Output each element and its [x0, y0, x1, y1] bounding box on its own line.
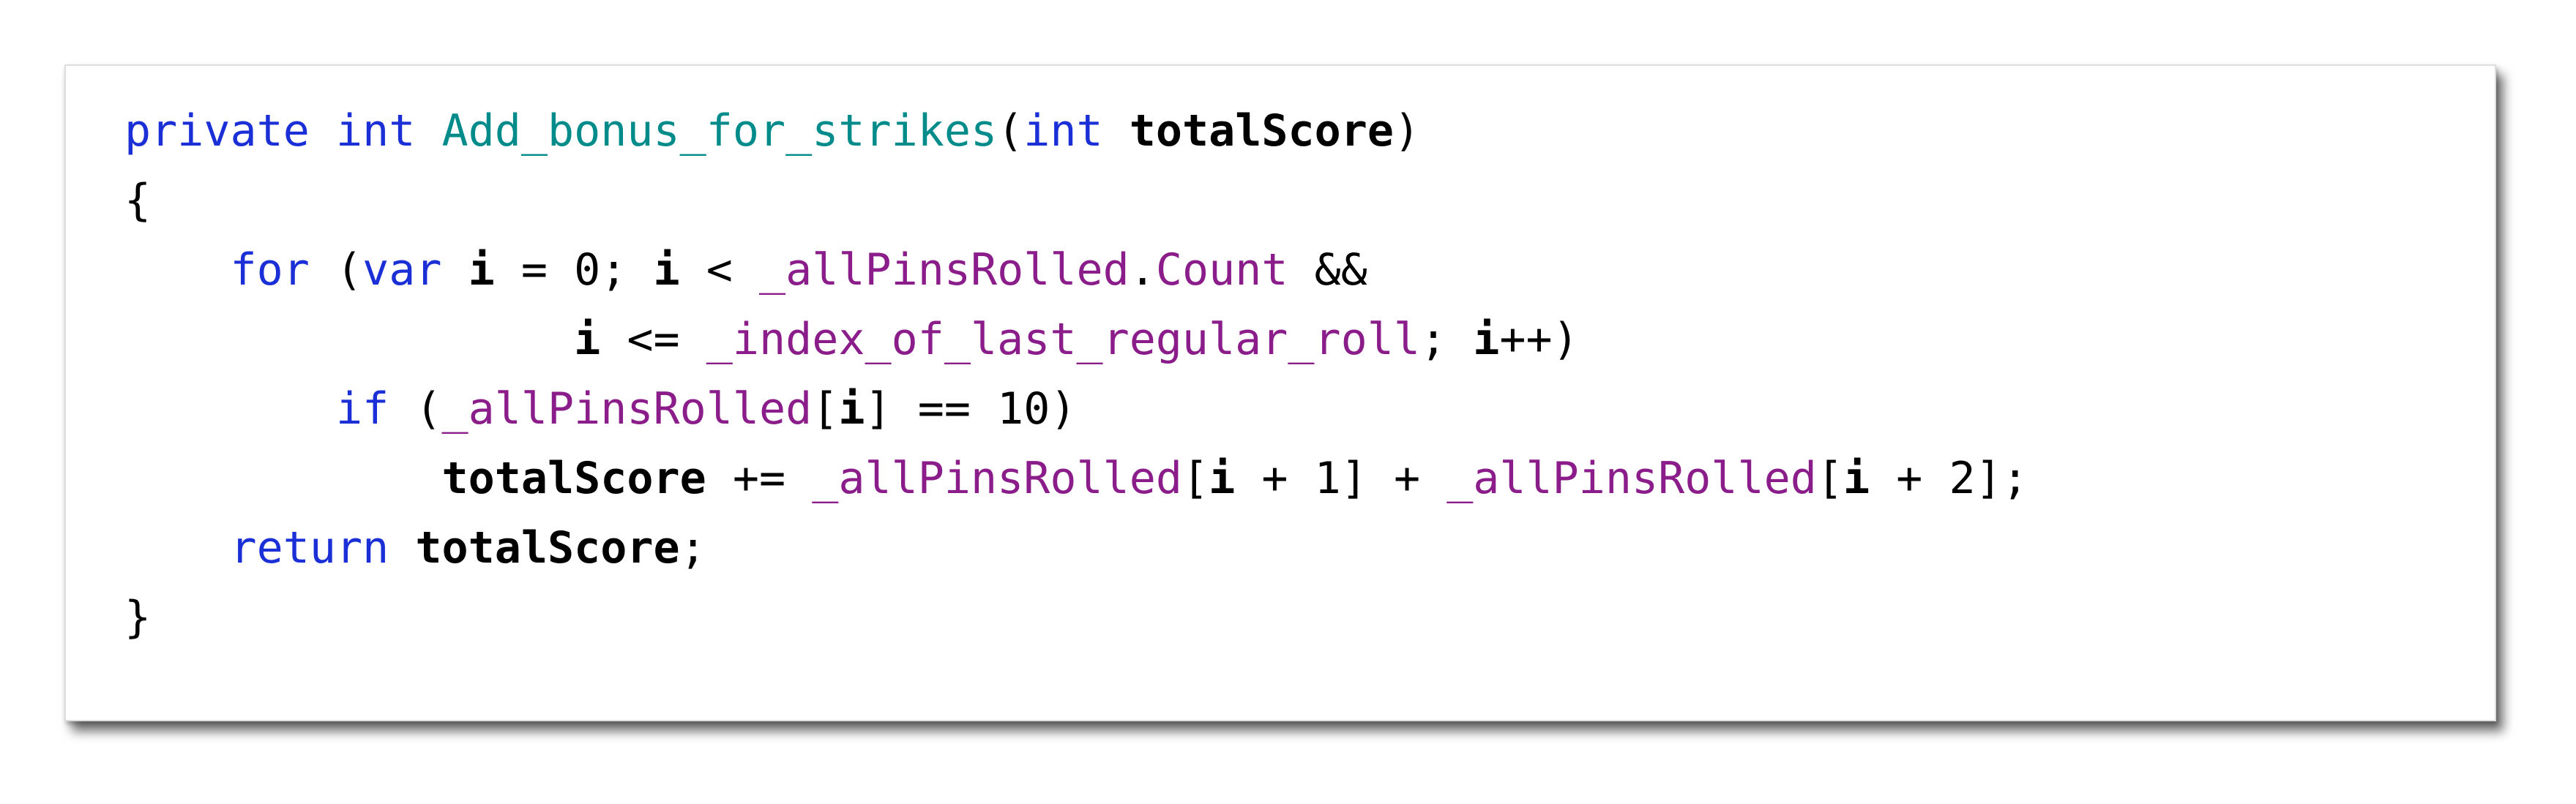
identifier-token: i — [838, 383, 865, 435]
keyword-token: int — [1023, 105, 1103, 157]
indent-token — [124, 522, 231, 574]
keyword-token: if — [335, 383, 389, 435]
code-line-6: totalScore += _allPinsRolled[i + 1] + _a… — [124, 444, 2028, 514]
punctuation-token: [ — [812, 383, 839, 435]
punctuation-token: . — [1129, 244, 1156, 296]
indent-token — [124, 383, 336, 435]
code-line-8: } — [124, 583, 2028, 653]
field-token: _allPinsRolled — [812, 453, 1182, 504]
keyword-token: int — [336, 105, 416, 157]
punctuation-token: { — [124, 175, 152, 226]
field-token: _index_of_last_regular_roll — [706, 314, 1421, 365]
indent-token — [124, 244, 231, 296]
identifier-token: i — [574, 314, 601, 365]
operator-token: ++) — [1499, 314, 1579, 365]
indent-token — [124, 314, 574, 365]
code-line-5: if (_allPinsRolled[i] == 10) — [124, 375, 2028, 444]
punctuation-token: ; — [1420, 314, 1474, 365]
identifier-token: totalScore — [415, 522, 680, 574]
operator-token: <= — [600, 314, 706, 365]
parameter-token: totalScore — [1129, 105, 1394, 157]
field-token: _allPinsRolled — [759, 244, 1130, 296]
code-block: private int Add_bonus_for_strikes(int to… — [124, 97, 2028, 653]
punctuation-token: ( — [997, 105, 1024, 157]
identifier-token: i — [468, 244, 495, 296]
method-name-token: Add_bonus_for_strikes — [441, 105, 998, 157]
keyword-token: var — [362, 244, 442, 296]
operator-token: ] == 10) — [865, 383, 1077, 435]
code-line-1: private int Add_bonus_for_strikes(int to… — [124, 97, 2028, 166]
keyword-token: private — [124, 105, 310, 157]
code-snippet-panel: private int Add_bonus_for_strikes(int to… — [64, 64, 2496, 721]
field-token: _allPinsRolled — [1446, 453, 1817, 504]
punctuation-token: ( — [389, 383, 442, 435]
operator-token: = 0; — [494, 244, 654, 296]
keyword-token: for — [230, 244, 310, 296]
punctuation-token: ) — [1393, 105, 1421, 157]
operator-token: += — [706, 453, 813, 504]
field-token: _allPinsRolled — [441, 383, 813, 435]
property-token: Count — [1155, 244, 1288, 296]
punctuation-token: } — [124, 592, 152, 643]
operator-token: < — [679, 244, 759, 296]
code-line-2: { — [124, 166, 2028, 236]
indent-token — [124, 453, 441, 504]
code-line-3: for (var i = 0; i < _allPinsRolled.Count… — [124, 236, 2028, 305]
identifier-token: i — [1473, 314, 1500, 365]
identifier-token: totalScore — [441, 453, 706, 504]
operator-token: && — [1288, 244, 1367, 296]
keyword-token: return — [230, 522, 389, 574]
punctuation-token: ( — [309, 244, 363, 296]
identifier-token: i — [1209, 453, 1236, 504]
punctuation-token: [ — [1816, 453, 1844, 504]
code-line-4: i <= _index_of_last_regular_roll; i++) — [124, 305, 2028, 375]
operator-token: + 1] + — [1235, 453, 1447, 504]
identifier-token: i — [1843, 453, 1870, 504]
punctuation-token: ; — [679, 522, 706, 574]
punctuation-token: [ — [1181, 453, 1209, 504]
screenshot-canvas: private int Add_bonus_for_strikes(int to… — [0, 0, 2576, 804]
operator-token: + 2]; — [1870, 453, 2028, 504]
identifier-token: i — [653, 244, 680, 296]
code-line-7: return totalScore; — [124, 514, 2028, 583]
